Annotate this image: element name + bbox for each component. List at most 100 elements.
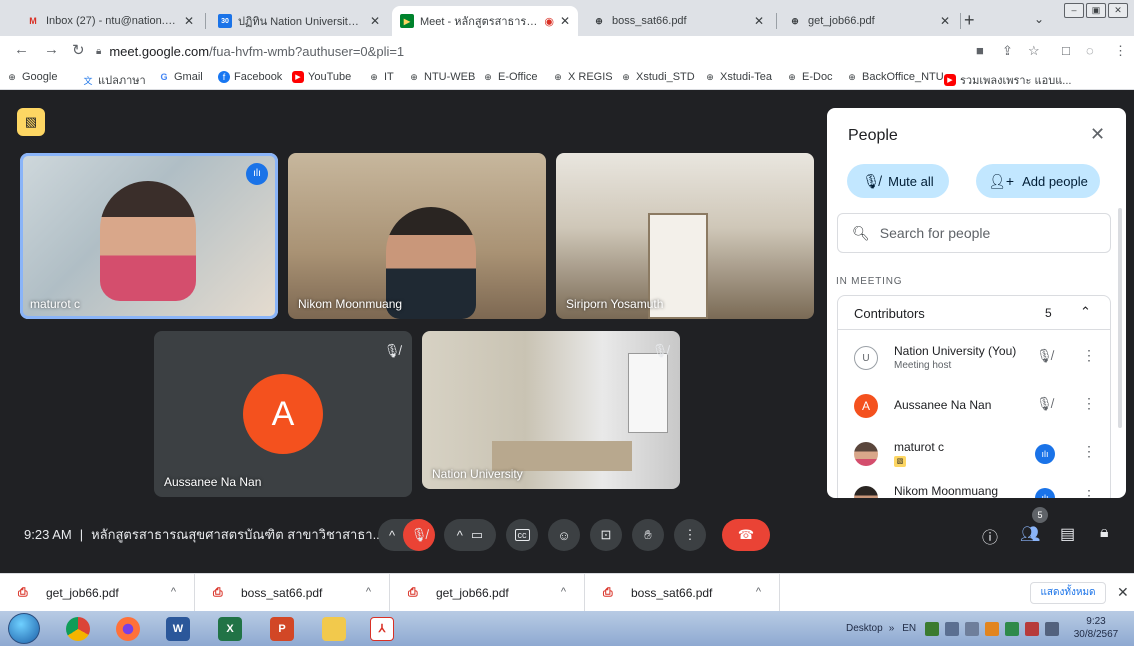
video-tile-nikom[interactable]: Nikom Moonmuang xyxy=(288,153,546,319)
video-tile-maturot[interactable]: ılı maturot c xyxy=(20,153,278,319)
host-controls-icon[interactable]: 🔒︎ xyxy=(1100,524,1109,542)
taskbar-firefox[interactable] xyxy=(106,614,150,643)
more-vert-icon[interactable]: ⋮ xyxy=(1082,487,1096,498)
battery-icon[interactable] xyxy=(1045,621,1060,636)
forward-arrow-icon[interactable]: → xyxy=(44,41,59,58)
chevron-up-icon[interactable]: ^ xyxy=(366,586,371,598)
more-vert-icon[interactable]: ⋮ xyxy=(1082,395,1096,412)
bookmark-facebook[interactable]: f Facebook xyxy=(218,71,282,83)
close-tab-icon[interactable]: ✕ xyxy=(754,14,764,28)
taskbar-powerpoint[interactable]: P xyxy=(260,614,304,643)
meeting-details-icon[interactable]: ⓘ xyxy=(982,524,998,548)
profile-icon[interactable]: ◌ xyxy=(1086,43,1094,58)
back-arrow-icon[interactable]: ← xyxy=(14,41,29,58)
bookmark-google[interactable]: ⊕ Google xyxy=(6,71,57,83)
bookmark-xstudi-std[interactable]: ⊕ Xstudi_STD xyxy=(620,71,694,83)
camera-icon[interactable]: ▭ xyxy=(471,527,483,543)
chevron-up-icon[interactable]: ^ xyxy=(389,528,395,543)
close-window-button[interactable]: ✕ xyxy=(1108,3,1128,18)
bookmark-music[interactable]: ▶ รวมเพลงเพราะ แอบแ... xyxy=(944,71,1071,89)
minimize-button[interactable]: – xyxy=(1064,3,1084,18)
chevron-up-icon[interactable]: ^ xyxy=(756,586,761,598)
bookmark-e-office[interactable]: ⊕ E-Office xyxy=(482,71,537,83)
taskbar-chrome[interactable] xyxy=(56,614,100,643)
download-item[interactable]: ⎙ boss_sat66.pdf ^ xyxy=(195,574,390,612)
bookmark-gmail[interactable]: G Gmail xyxy=(158,71,202,83)
meeting-title[interactable]: หลักสูตรสาธารณสุขศาสตรบัณฑิต สาขาวิชาสาธ… xyxy=(91,527,383,542)
camera-off-icon[interactable]: ▧ xyxy=(17,108,45,136)
bookmark-star-icon[interactable]: ☆ xyxy=(1028,43,1040,59)
tab-gmail[interactable]: M Inbox (27) - ntu@nation.ac.th - ✕ xyxy=(18,6,202,36)
close-tab-icon[interactable]: ✕ xyxy=(370,14,380,28)
close-tab-icon[interactable]: ✕ xyxy=(940,14,950,28)
bookmark-xstudi-tea[interactable]: ⊕ Xstudi-Tea xyxy=(704,71,772,83)
more-vert-icon[interactable]: ⋮ xyxy=(1082,347,1096,364)
start-button[interactable] xyxy=(8,613,40,644)
mic-control[interactable]: ^ 🎙︎̸ xyxy=(378,519,436,551)
taskbar-acrobat[interactable]: ⅄ xyxy=(360,614,404,643)
camera-control[interactable]: ^ ▭ xyxy=(444,519,496,551)
close-tab-icon[interactable]: ✕ xyxy=(184,14,194,28)
close-icon[interactable]: ✕ xyxy=(1090,124,1105,145)
reload-icon[interactable]: ↻ xyxy=(72,41,85,59)
mic-off-button[interactable]: 🎙︎̸ xyxy=(403,519,436,551)
video-tile-aussanee[interactable]: A 🎙︎̸ Aussanee Na Nan xyxy=(154,331,412,497)
system-clock[interactable]: 9:23 30/8/2567 xyxy=(1070,615,1122,641)
new-tab-button[interactable]: + xyxy=(964,10,975,31)
ime-icon[interactable] xyxy=(925,621,940,636)
chevron-up-icon[interactable]: ^ xyxy=(457,528,463,543)
camera-in-use-icon[interactable]: ■ xyxy=(976,43,984,58)
contributors-header[interactable]: Contributors 5 ⌃ xyxy=(838,296,1110,330)
close-icon[interactable]: ✕ xyxy=(1117,584,1129,601)
address-bar[interactable]: 🔒︎ meet.google.com /fua-hvfm-wmb?authuse… xyxy=(96,39,956,63)
tab-getjob-pdf[interactable]: ⊕ get_job66.pdf ✕ xyxy=(780,6,958,36)
bookmark-ntu-web[interactable]: ⊕ NTU-WEB xyxy=(408,71,475,83)
more-vert-icon[interactable]: ⋮ xyxy=(1082,443,1096,460)
show-all-button[interactable]: แสดงทั้งหมด xyxy=(1030,582,1106,604)
panel-scrollbar[interactable] xyxy=(1118,208,1122,428)
participant-row[interactable]: maturot c ▧ ılı ⋮ xyxy=(838,432,1110,476)
taskbar-word[interactable]: W xyxy=(156,614,200,643)
network-icon[interactable] xyxy=(1005,621,1020,636)
people-icon[interactable]: 👥︎ xyxy=(1020,524,1040,544)
more-options-button[interactable]: ⋮ xyxy=(674,519,706,551)
present-button[interactable]: ⊡ xyxy=(590,519,622,551)
antivirus-icon[interactable] xyxy=(985,621,1000,636)
bookmark-translate[interactable]: 文 แปลภาษา xyxy=(82,71,145,89)
speaker-icon[interactable] xyxy=(965,621,980,636)
participant-row[interactable]: Nikom Moonmuang ılı ⋮ xyxy=(838,476,1110,498)
menu-kebab-icon[interactable]: ⋮ xyxy=(1114,43,1127,59)
video-tile-nation-university[interactable]: 🎙︎̸ Nation University xyxy=(422,331,680,489)
volume-icon[interactable] xyxy=(945,621,960,636)
maximize-button[interactable]: ▣ xyxy=(1086,3,1106,18)
close-tab-icon[interactable]: ✕ xyxy=(560,14,570,28)
chat-icon[interactable]: ▤ xyxy=(1060,524,1075,544)
download-item[interactable]: ⎙ get_job66.pdf ^ xyxy=(0,574,195,612)
share-icon[interactable]: ⇪ xyxy=(1002,43,1013,59)
bookmark-x-regis[interactable]: ⊕ X REGIS xyxy=(552,71,612,83)
language-indicator[interactable]: EN xyxy=(902,623,916,634)
mute-all-button[interactable]: 🎙︎̸ Mute all xyxy=(847,164,949,198)
video-tile-siriporn[interactable]: Siriporn Yosamuth xyxy=(556,153,814,319)
chevron-double-icon[interactable]: » xyxy=(889,623,895,634)
tab-meet[interactable]: ▶ Meet - หลักสูตรสาธารณสุข ◉ ✕ xyxy=(392,6,578,36)
reactions-button[interactable]: ☺ xyxy=(548,519,580,551)
chevron-up-icon[interactable]: ^ xyxy=(561,586,566,598)
tab-search-chevron-icon[interactable]: ⌄ xyxy=(1034,12,1044,26)
participant-row[interactable]: U Nation University (You) Meeting host 🎙… xyxy=(838,336,1110,380)
captions-button[interactable]: cc xyxy=(506,519,538,551)
bookmark-it[interactable]: ⊕ IT xyxy=(368,71,394,83)
raise-hand-button[interactable]: ✋︎ xyxy=(632,519,664,551)
bookmark-youtube[interactable]: ▶ YouTube xyxy=(292,71,351,83)
taskbar-excel[interactable]: X xyxy=(208,614,252,643)
side-panel-icon[interactable]: □ xyxy=(1062,43,1070,58)
flag-icon[interactable] xyxy=(1025,621,1040,636)
tab-boss-pdf[interactable]: ⊕ boss_sat66.pdf ✕ xyxy=(584,6,772,36)
chevron-up-icon[interactable]: ⌃ xyxy=(1080,304,1091,320)
add-people-button[interactable]: 👤︎+ Add people xyxy=(976,164,1100,198)
taskbar-explorer[interactable] xyxy=(312,614,356,643)
download-item[interactable]: ⎙ boss_sat66.pdf ^ xyxy=(585,574,780,612)
leave-call-button[interactable]: ☎ xyxy=(722,519,770,551)
desktop-toolbar-label[interactable]: Desktop xyxy=(846,623,883,634)
participant-row[interactable]: A Aussanee Na Nan 🎙︎̸ ⋮ xyxy=(838,384,1110,428)
